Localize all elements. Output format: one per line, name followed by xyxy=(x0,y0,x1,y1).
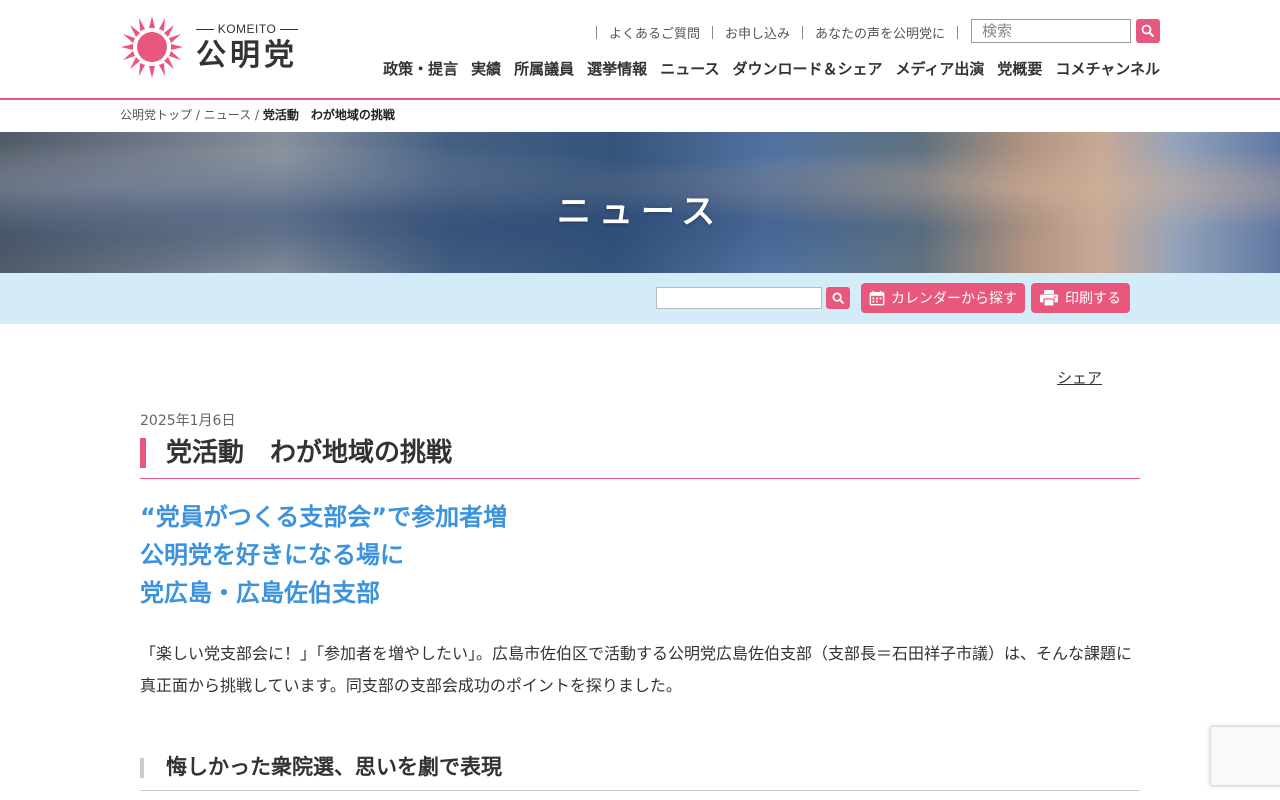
hero-banner: ニュース xyxy=(0,132,1280,273)
print-label: 印刷する xyxy=(1065,291,1121,307)
news-search-input[interactable] xyxy=(656,287,822,309)
lead-line: 公明党を好きになる場に xyxy=(140,541,404,569)
article-body: 「楽しい党支部会に！」「参加者を増やしたい」。広島市佐伯区で活動する公明党広島佐… xyxy=(140,644,1133,695)
print-icon xyxy=(1040,290,1058,307)
site-logo[interactable]: KOMEITO 公明党 xyxy=(120,14,310,80)
logo-text-ja: 公明党 xyxy=(196,38,298,73)
global-nav: 政策・提言 実績 所属議員 選挙情報 ニュース ダウンロード＆シェア メディア出… xyxy=(383,58,1160,79)
share-link[interactable]: シェア xyxy=(1057,367,1102,388)
article-lead: “党員がつくる支部会”で参加者増 公明党を好きになる場に 党広島・広島佐伯支部 xyxy=(140,498,507,612)
nav-about[interactable]: 党概要 xyxy=(997,58,1042,79)
feedback-link[interactable]: あなたの声を公明党に xyxy=(815,23,945,42)
site-search-input[interactable]: 検索 xyxy=(971,19,1131,43)
recaptcha-badge[interactable] xyxy=(1210,726,1280,786)
article-subhead: 悔しかった衆院選、思いを劇で表現 xyxy=(166,755,502,779)
site-search-button[interactable] xyxy=(1136,19,1160,43)
sun-logo-icon xyxy=(121,16,183,78)
article-title: 党活動 わが地域の挑戦 xyxy=(166,438,453,468)
utility-links: よくあるご質問 お申し込み あなたの声を公明党に xyxy=(584,22,970,42)
news-search-button[interactable] xyxy=(826,287,850,309)
article-title-block: 党活動 わが地域の挑戦 xyxy=(140,436,1140,479)
search-icon xyxy=(1141,24,1155,38)
hero-title: ニュース xyxy=(556,192,724,232)
calendar-icon xyxy=(869,290,885,306)
nav-come-channel[interactable]: コメチャンネル xyxy=(1055,58,1160,79)
site-header: KOMEITO 公明党 よくあるご質問 お申し込み あなたの声を公明党に 検索 … xyxy=(0,0,1280,100)
title-accent-bar xyxy=(140,438,146,468)
subhead-accent-bar xyxy=(140,758,144,778)
news-toolbar: カレンダーから探す 印刷する xyxy=(0,273,1280,324)
search-icon xyxy=(832,292,844,304)
logo-text-en: KOMEITO xyxy=(188,22,306,36)
calendar-search-button[interactable]: カレンダーから探す xyxy=(861,283,1025,313)
nav-policy[interactable]: 政策・提言 xyxy=(383,58,458,79)
nav-media[interactable]: メディア出演 xyxy=(895,58,984,79)
nav-achievements[interactable]: 実績 xyxy=(471,58,501,79)
lead-line: “党員がつくる支部会”で参加者増 xyxy=(140,503,508,531)
breadcrumb: 公明党トップ / ニュース / 党活動 わが地域の挑戦 xyxy=(120,108,395,122)
lead-line: 党広島・広島佐伯支部 xyxy=(140,579,380,607)
calendar-search-label: カレンダーから探す xyxy=(891,291,1017,307)
nav-news[interactable]: ニュース xyxy=(660,58,719,79)
breadcrumb-home[interactable]: 公明党トップ xyxy=(120,108,192,122)
article-subhead-block: 悔しかった衆院選、思いを劇で表現 xyxy=(140,750,1140,791)
breadcrumb-current: 党活動 わが地域の挑戦 xyxy=(262,108,395,122)
nav-download-share[interactable]: ダウンロード＆シェア xyxy=(732,58,882,79)
article-date: 2025年1月6日 xyxy=(140,413,236,429)
apply-link[interactable]: お申し込み xyxy=(725,23,790,42)
nav-members[interactable]: 所属議員 xyxy=(514,58,574,79)
nav-elections[interactable]: 選挙情報 xyxy=(587,58,647,79)
print-button[interactable]: 印刷する xyxy=(1031,283,1130,313)
faq-link[interactable]: よくあるご質問 xyxy=(609,23,700,42)
breadcrumb-news[interactable]: ニュース xyxy=(204,108,251,122)
